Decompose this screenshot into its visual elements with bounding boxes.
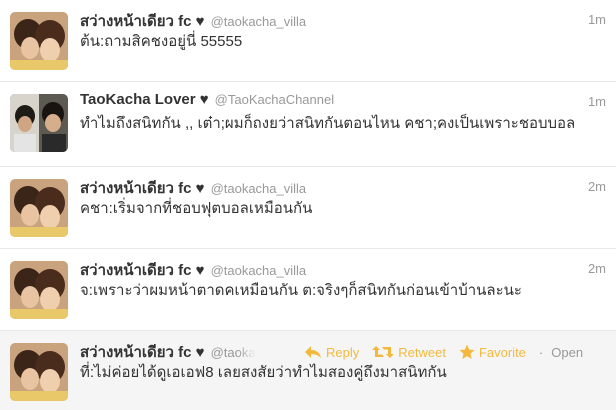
tweet-actions: Reply Retweet Favorite · Open	[300, 341, 584, 363]
author-handle[interactable]: @taokacha_villa	[211, 181, 307, 196]
tweet-text: ทำไมถึงสนิทกัน ,, เต๋า;ผมก็ถงยว่าสนิทกัน…	[80, 115, 576, 132]
avatar[interactable]	[10, 179, 68, 237]
tweet-timestamp[interactable]: 1m	[588, 12, 606, 27]
tweet-timestamp[interactable]: 1m	[588, 94, 606, 109]
reply-icon	[305, 346, 321, 358]
avatar[interactable]	[10, 12, 68, 70]
author-handle[interactable]: @taokacha_villa	[211, 14, 307, 29]
favorite-label: Favorite	[478, 344, 526, 360]
avatar[interactable]	[10, 261, 68, 319]
author-name[interactable]: สว่างหน้าเดียว fc ♥	[80, 344, 205, 361]
author-handle[interactable]: @taokacha_villa	[211, 263, 307, 278]
retweet-icon	[372, 346, 395, 358]
author-name[interactable]: สว่างหน้าเดียว fc ♥	[80, 180, 205, 197]
tweet-author[interactable]: สว่างหน้าเดียว fc ♥ @taokacha_villa	[80, 176, 306, 200]
retweet-label: Retweet	[398, 344, 446, 360]
tweet-text: คชา:เริ่มจากที่ชอบฟุตบอลเหมือนกัน	[80, 200, 313, 217]
avatar[interactable]	[10, 94, 68, 152]
tweet-text: จ:เพราะว่าผมหน้าตาดคเหมือนกัน ต:จริงๆก็ส…	[80, 282, 522, 299]
tweet-author[interactable]: สว่างหน้าเดียว fc ♥ @taoka	[80, 340, 256, 364]
author-handle[interactable]: @TaoKachaChannel	[215, 92, 334, 107]
author-name[interactable]: TaoKacha Lover ♥	[80, 91, 209, 108]
tweet-timeline: สว่างหน้าเดียว fc ♥ @taokacha_villa 1m ต้…	[0, 0, 616, 410]
reply-button[interactable]: Reply	[304, 345, 359, 360]
retweet-button[interactable]: Retweet	[372, 345, 446, 360]
separator-dot: ·	[538, 344, 544, 360]
tweet-item[interactable]: สว่างหน้าเดียว fc ♥ @taokacha_villa 2m คช…	[0, 167, 616, 249]
author-name[interactable]: สว่างหน้าเดียว fc ♥	[80, 13, 205, 30]
tweet-text: ที่:ไม่ค่อยได้ดูเอเอฟ8 เลยสงสัยว่าทำไมสอ…	[80, 364, 447, 381]
tweet-text: ต้น:ถามสิคชงอยู่นี่ 55555	[80, 33, 243, 50]
star-icon	[459, 344, 475, 359]
favorite-button[interactable]: Favorite	[459, 344, 526, 360]
tweet-item[interactable]: TaoKacha Lover ♥ @TaoKachaChannel 1m ทำไม…	[0, 82, 616, 167]
reply-label: Reply	[326, 344, 360, 360]
tweet-timestamp[interactable]: 2m	[588, 179, 606, 194]
tweet-author[interactable]: TaoKacha Lover ♥ @TaoKachaChannel	[80, 91, 334, 108]
author-handle[interactable]: @taoka	[211, 345, 256, 360]
tweet-author[interactable]: สว่างหน้าเดียว fc ♥ @taokacha_villa	[80, 9, 306, 33]
author-name[interactable]: สว่างหน้าเดียว fc ♥	[80, 262, 205, 279]
tweet-timestamp[interactable]: 2m	[588, 261, 606, 276]
open-button[interactable]: Open	[551, 345, 583, 360]
avatar[interactable]	[10, 343, 68, 401]
tweet-item[interactable]: สว่างหน้าเดียว fc ♥ @taokacha_villa 1m ต้…	[0, 0, 616, 82]
open-label: Open	[551, 344, 584, 360]
tweet-item-hovered[interactable]: สว่างหน้าเดียว fc ♥ @taoka Reply Retweet	[0, 331, 616, 410]
tweet-author[interactable]: สว่างหน้าเดียว fc ♥ @taokacha_villa	[80, 258, 306, 282]
tweet-item[interactable]: สว่างหน้าเดียว fc ♥ @taokacha_villa 2m จ:…	[0, 249, 616, 331]
